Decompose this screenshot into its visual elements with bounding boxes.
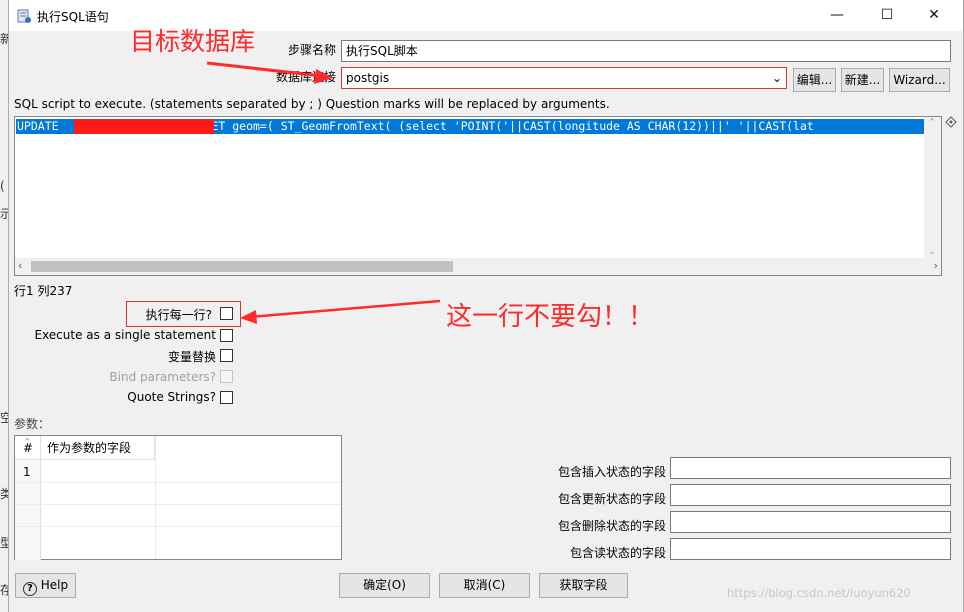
update-status-label: 包含更新状态的字段 [557,492,666,506]
scroll-down-icon[interactable]: ⌄ [928,247,936,257]
table-row-number: 1 [23,465,31,479]
window-title: 执行SQL语句 [37,10,109,24]
horizontal-scroll-thumb[interactable] [31,261,453,272]
delete-status-input[interactable] [670,511,951,533]
watermark-text: https://blog.csdn.net/luoyun620 [727,586,911,600]
quote-strings-label: Quote Strings? [127,390,216,404]
scroll-right-icon[interactable]: › [934,259,938,272]
new-connection-button[interactable]: 新建... [841,68,884,92]
read-status-label: 包含读状态的字段 [569,546,666,560]
cursor-position: 行1 列237 [14,284,73,298]
params-table[interactable]: # 作为参数的字段 ^ 1 [14,435,342,560]
update-status-input[interactable] [670,484,951,506]
editor-expand-icon[interactable] [945,116,957,128]
single-statement-checkbox[interactable] [220,329,233,342]
help-label: Help [40,578,69,592]
background-fragment: 空 [0,411,8,425]
sql-text-rest: SET geom=( ST_GeomFromText( (select 'POI… [204,119,814,133]
sql-hint-text: SQL script to execute. (statements separ… [14,97,610,111]
sort-asc-icon: ^ [24,437,31,446]
maximize-button[interactable]: ☐ [864,0,910,31]
wizard-button[interactable]: Wizard... [889,68,950,92]
cancel-button[interactable]: 取消(C) [439,573,530,598]
vertical-scrollbar[interactable]: ⌃ ⌄ [924,117,941,259]
table-row [15,526,341,527]
params-label: 参数： [14,417,51,431]
step-name-label: 步骤名称 [287,43,336,57]
background-fragment: 新 [0,32,8,46]
column-divider [155,436,156,559]
get-fields-button[interactable]: 获取字段 [539,573,628,598]
ok-button[interactable]: 确定(O) [339,573,430,598]
insert-status-input[interactable] [670,457,951,479]
sql-text-start: UPDATE [17,119,59,133]
chevron-down-icon: ⌄ [771,71,782,85]
background-fragment: 型 [0,536,8,550]
scroll-left-icon[interactable]: ‹ [18,259,22,272]
horizontal-scrollbar[interactable]: ‹ › [15,258,941,275]
quote-strings-checkbox[interactable] [220,391,233,404]
minimize-button[interactable]: — [814,0,860,31]
variable-substitution-checkbox[interactable] [220,349,233,362]
background-fragment: 示 [0,207,8,221]
annotation-target-db: 目标数据库 [130,27,256,56]
single-statement-label: Execute as a single statement [34,328,216,342]
exec-each-row-label: 执行每一行? [145,308,212,322]
background-fragment: ( [0,179,5,193]
background-fragment: 类 [0,487,8,501]
redaction-mark [74,119,214,134]
help-button[interactable]: ? Help [15,573,76,598]
insert-status-label: 包含插入状态的字段 [557,465,666,479]
sql-script-icon [17,9,31,23]
edit-connection-button[interactable]: 编辑... [793,68,836,92]
close-button[interactable]: ✕ [911,0,957,31]
bind-parameters-checkbox [220,370,233,383]
annotation-no-check: 这一行不要勾！！ [446,302,655,332]
connection-label: 数据库连接 [275,70,336,84]
sql-selected-line: UPDATE SET geom=( ST_GeomFromText( (selec… [16,119,926,134]
table-row [15,482,341,483]
col-header-field[interactable]: 作为参数的字段 [41,436,155,460]
delete-status-label: 包含删除状态的字段 [557,519,666,533]
bind-parameters-label: Bind parameters? [109,370,216,384]
help-icon: ? [22,582,37,596]
table-row [15,504,341,505]
step-name-input[interactable]: 执行SQL脚本 [341,40,951,62]
exec-each-row-checkbox[interactable] [220,307,233,320]
read-status-input[interactable] [670,538,951,560]
scroll-up-icon[interactable]: ⌃ [928,118,936,128]
connection-select[interactable]: postgis ⌄ [341,67,787,89]
variable-substitution-label: 变量替换 [167,350,216,364]
background-fragment: 存 [0,583,8,597]
sql-editor[interactable]: UPDATE SET geom=( ST_GeomFromText( (selec… [14,116,942,276]
connection-value: postgis [346,71,390,85]
